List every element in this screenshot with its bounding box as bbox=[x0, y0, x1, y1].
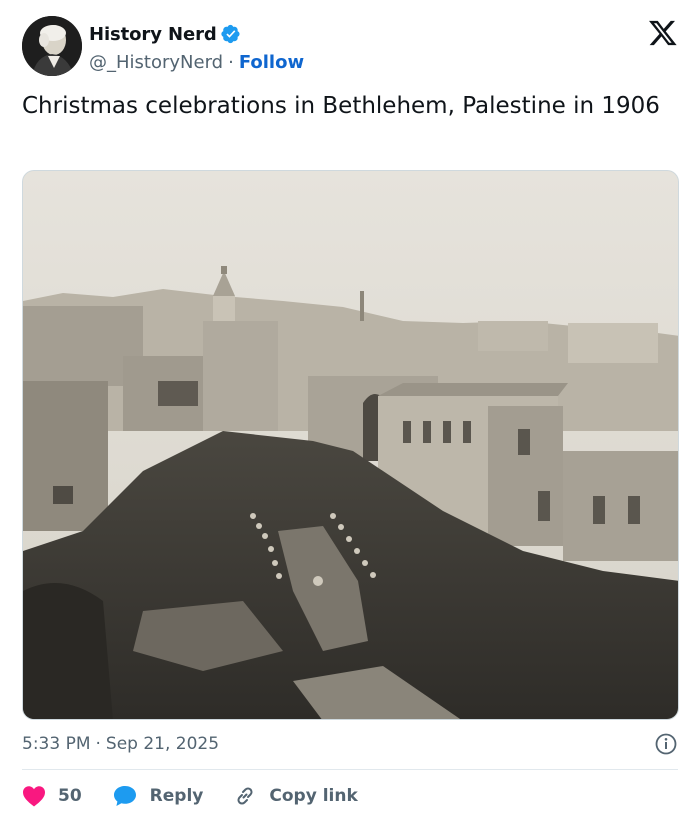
like-count: 50 bbox=[58, 786, 82, 806]
info-icon[interactable] bbox=[654, 732, 678, 756]
speech-bubble-icon bbox=[112, 784, 138, 808]
tweet-time: 5:33 PM bbox=[22, 734, 91, 754]
tweet-photo[interactable] bbox=[22, 170, 679, 720]
separator-dot: · bbox=[95, 734, 101, 754]
tweet-embed-card: History Nerd @_HistoryNerd · Follow Chri… bbox=[0, 0, 700, 823]
tweet-text: Christmas celebrations in Bethlehem, Pal… bbox=[22, 93, 660, 119]
bethlehem-1906-photo bbox=[23, 171, 678, 719]
handle[interactable]: @_HistoryNerd bbox=[89, 52, 223, 73]
verified-badge-icon bbox=[221, 24, 241, 44]
avatar[interactable] bbox=[22, 16, 82, 76]
author-info: History Nerd @_HistoryNerd · Follow bbox=[89, 21, 304, 74]
tweet-header: History Nerd @_HistoryNerd · Follow bbox=[22, 16, 682, 78]
tweet-timestamp[interactable]: 5:33 PM · Sep 21, 2025 bbox=[22, 731, 678, 757]
separator-dot: · bbox=[228, 51, 234, 73]
copy-link-label: Copy link bbox=[269, 786, 358, 806]
like-button[interactable]: 50 bbox=[22, 785, 82, 807]
copy-link-button[interactable]: Copy link bbox=[233, 784, 358, 808]
reply-button[interactable]: Reply bbox=[112, 784, 204, 808]
link-icon bbox=[233, 784, 257, 808]
tweet-actions: 50 Reply Copy link bbox=[22, 781, 358, 811]
display-name[interactable]: History Nerd bbox=[89, 24, 217, 45]
reply-label: Reply bbox=[149, 786, 204, 806]
x-logo-icon[interactable] bbox=[648, 18, 678, 48]
divider bbox=[22, 769, 678, 770]
tweet-date: Sep 21, 2025 bbox=[105, 734, 220, 754]
follow-button[interactable]: Follow bbox=[239, 52, 304, 73]
heart-icon bbox=[22, 785, 46, 807]
